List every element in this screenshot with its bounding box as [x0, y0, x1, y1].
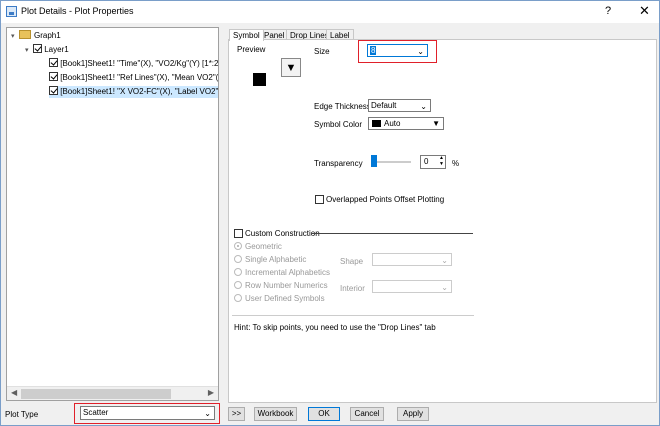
plot-tree[interactable]: ▾ Graph1 ▾ Layer1 [Book1]Sheet1! "Time"(X…: [6, 27, 219, 401]
dropdown-arrow-icon: ▼: [432, 119, 440, 128]
interior-label: Interior: [340, 284, 365, 293]
radio-label: User Defined Symbols: [245, 294, 325, 303]
chevron-down-icon: ⌄: [420, 102, 427, 111]
color-swatch: [372, 120, 381, 127]
custom-construction-checkbox[interactable]: [234, 229, 243, 238]
transparency-slider-thumb[interactable]: [371, 155, 377, 167]
radio-label: Row Number Numerics: [245, 281, 328, 290]
transparency-slider-track[interactable]: [371, 161, 411, 163]
plot-type-label: Plot Type: [5, 410, 39, 419]
plot-checkbox[interactable]: [49, 72, 58, 81]
radio-icon: [234, 281, 242, 289]
chevron-down-icon: ⌄: [441, 256, 448, 265]
apply-button[interactable]: Apply: [397, 407, 429, 421]
plot-label: [Book1]Sheet1! "X VO2-FC"(X), "Label VO2…: [60, 87, 219, 96]
overlap-label: Overlapped Points Offset Plotting: [326, 195, 445, 204]
radio-geometric[interactable]: Geometric: [234, 242, 282, 251]
radio-user-defined-symbols[interactable]: User Defined Symbols: [234, 294, 325, 303]
preview-label: Preview: [237, 45, 266, 54]
radio-label: Incremental Alphabetics: [245, 268, 330, 277]
window-title: Plot Details - Plot Properties: [21, 6, 134, 16]
collapse-icon[interactable]: ▾: [25, 45, 33, 57]
symbol-preview: [253, 73, 266, 86]
custom-construction-label: Custom Construction: [245, 229, 320, 238]
scroll-left-icon[interactable]: ◀: [11, 388, 17, 397]
group-divider: [312, 233, 473, 234]
app-icon: [6, 6, 17, 17]
tab-symbol[interactable]: Symbol: [229, 29, 264, 41]
layer-checkbox[interactable]: [33, 44, 42, 53]
close-icon[interactable]: ✕: [639, 3, 650, 19]
cancel-button[interactable]: Cancel: [350, 407, 384, 421]
transparency-label: Transparency: [314, 159, 363, 168]
radio-single-alphabetic[interactable]: Single Alphabetic: [234, 255, 306, 264]
highlight-box: [358, 40, 437, 63]
shape-label: Shape: [340, 257, 364, 266]
spin-icon[interactable]: ▲ ▼: [439, 155, 444, 167]
scroll-thumb[interactable]: [21, 389, 171, 399]
symbol-shape-button[interactable]: ▼: [281, 58, 301, 77]
scroll-right-icon[interactable]: ▶: [208, 388, 214, 397]
expand-button[interactable]: >>: [228, 407, 245, 421]
graph-label: Graph1: [34, 31, 61, 40]
overlap-checkbox[interactable]: [315, 195, 324, 204]
folder-icon: [19, 30, 31, 39]
plot-checkbox[interactable]: [49, 86, 58, 95]
radio-label: Single Alphabetic: [245, 255, 307, 264]
plot-label: [Book1]Sheet1! "Time"(X), "VO2/Kg"(Y) [1…: [60, 59, 219, 68]
radio-incremental-alphabetics[interactable]: Incremental Alphabetics: [234, 268, 330, 277]
radio-row-number-numerics[interactable]: Row Number Numerics: [234, 281, 328, 290]
transparency-spinbox[interactable]: 0 ▲ ▼: [420, 155, 446, 169]
edge-thickness-value: Default: [371, 101, 397, 110]
horizontal-scrollbar[interactable]: ◀ ▶: [7, 386, 218, 400]
radio-icon: [234, 255, 242, 263]
workbook-button[interactable]: Workbook: [254, 407, 297, 421]
radio-icon: [234, 268, 242, 276]
interior-combo[interactable]: ⌄: [372, 280, 452, 293]
edge-thickness-label: Edge Thickness: [314, 102, 371, 111]
symbol-color-combo[interactable]: Auto ▼: [368, 117, 444, 130]
symbol-panel: [228, 39, 657, 403]
plot-checkbox[interactable]: [49, 58, 58, 67]
radio-icon: [234, 294, 242, 302]
tree-node-plot[interactable]: [Book1]Sheet1! "Time"(X), "VO2/Kg"(Y) [1…: [49, 58, 219, 70]
symbol-color-label: Symbol Color: [314, 120, 363, 129]
collapse-icon[interactable]: ▾: [11, 31, 19, 43]
tree-node-plot-selected[interactable]: [Book1]Sheet1! "X VO2-FC"(X), "Label VO2…: [49, 86, 219, 98]
ok-button[interactable]: OK: [308, 407, 340, 421]
tree-node-graph[interactable]: ▾ Graph1: [11, 30, 61, 42]
symbol-color-value: Auto: [384, 119, 401, 128]
tree-node-layer[interactable]: ▾ Layer1: [25, 44, 69, 56]
shape-combo[interactable]: ⌄: [372, 253, 452, 266]
size-label: Size: [314, 47, 330, 56]
chevron-down-icon: ⌄: [441, 283, 448, 292]
plot-details-dialog: Plot Details - Plot Properties ? ✕ ▾ Grap…: [0, 0, 660, 426]
tree-node-plot[interactable]: [Book1]Sheet1! "Ref Lines"(X), "Mean VO2…: [49, 72, 219, 84]
percent-unit: %: [452, 159, 460, 168]
layer-label: Layer1: [44, 45, 69, 54]
hint-text: Hint: To skip points, you need to use th…: [234, 323, 436, 332]
help-icon[interactable]: ?: [605, 5, 611, 17]
divider: [232, 315, 474, 316]
edge-thickness-combo[interactable]: Default ⌄: [368, 99, 431, 112]
plot-label: [Book1]Sheet1! "Ref Lines"(X), "Mean VO2…: [60, 73, 219, 82]
radio-icon: [234, 242, 242, 250]
title-bar: Plot Details - Plot Properties ? ✕: [1, 1, 659, 23]
transparency-value: 0: [424, 157, 429, 166]
highlight-box: [74, 403, 220, 424]
radio-label: Geometric: [245, 242, 282, 251]
